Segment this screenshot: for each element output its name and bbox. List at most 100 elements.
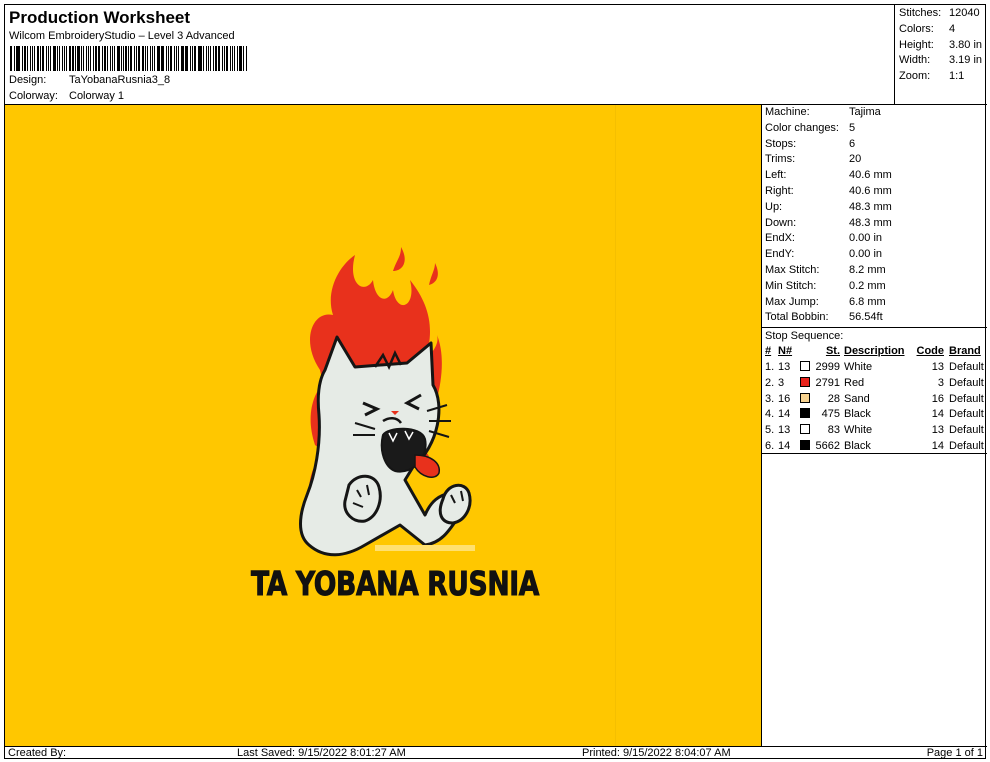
barcode-bar [162, 46, 165, 71]
barcode-bar [167, 46, 169, 71]
info-row: Right: 40.6 mm [762, 184, 987, 200]
stat-label: Width: [899, 54, 931, 67]
barcode-bar [215, 46, 217, 71]
barcode-bar [202, 46, 204, 71]
colorway-label: Colorway: [9, 90, 58, 102]
barcode-bar [217, 46, 221, 71]
table-row: 6. 14 5662 Black 14 Default [763, 438, 988, 454]
barcode-bar [13, 46, 15, 71]
info-label: EndX: [765, 232, 795, 245]
barcode-bar [160, 46, 162, 71]
info-label: EndY: [765, 248, 795, 261]
barcode-bar [34, 46, 35, 71]
barcode-bar [71, 46, 74, 71]
last-saved: Last Saved: 9/15/2022 8:01:27 AM [237, 747, 406, 759]
table-row: 1. 13 2999 White 13 Default [763, 359, 988, 375]
page-title: Production Worksheet [9, 8, 191, 27]
info-label: Max Stitch: [765, 263, 820, 276]
barcode-bar [30, 46, 32, 71]
cell-code: 13 [931, 424, 944, 437]
barcode-bar [166, 46, 167, 71]
barcode-bar [197, 46, 199, 71]
color-swatch [800, 361, 810, 372]
cell-description: White [844, 361, 873, 374]
cell-n: 14 [778, 440, 791, 453]
cell-brand: Default [949, 392, 984, 405]
barcode-bar [88, 46, 90, 71]
barcode-bar [237, 46, 239, 71]
stat-label: Stitches: [899, 7, 942, 19]
barcode-bar [130, 46, 132, 71]
barcode-bar [180, 46, 184, 71]
barcode-bar [133, 46, 135, 71]
col-description: Description [844, 345, 905, 358]
barcode-bar [245, 46, 248, 71]
stat-value: 3.80 in [949, 38, 983, 51]
cell-description: Sand [844, 392, 870, 405]
colorway-row: Colorway: Colorway 1 [9, 90, 124, 102]
col-n: N# [778, 345, 793, 358]
worksheet-frame: Production Worksheet Wilcom EmbroiderySt… [4, 4, 988, 759]
barcode-bar [125, 46, 128, 71]
cell-num: 2. [765, 376, 775, 389]
barcode-bar [205, 46, 207, 71]
barcode-bar [111, 46, 114, 71]
barcode-bar [49, 46, 52, 71]
cell-brand: Default [949, 361, 984, 374]
app-name: Wilcom EmbroideryStudio – Level 3 Advanc… [9, 30, 235, 42]
barcode-bar [23, 46, 26, 71]
info-row: Color changes: 5 [762, 121, 987, 137]
info-value: 5 [849, 121, 856, 134]
barcode-bar [152, 46, 154, 71]
color-swatch [800, 392, 810, 403]
barcode-bar [142, 46, 144, 71]
barcode-bar [74, 46, 76, 71]
barcode-bar [81, 46, 82, 71]
cell-code: 16 [931, 392, 944, 405]
info-label: Down: [765, 216, 797, 229]
cell-brand: Default [949, 424, 984, 437]
barcode-bar [239, 46, 242, 71]
barcode-bar [36, 46, 40, 71]
info-row: Down: 48.3 mm [762, 216, 987, 232]
embroidery-design: TA YOBANA RUSNIA [251, 247, 541, 604]
info-label: Min Stitch: [765, 279, 817, 292]
info-label: Right: [765, 184, 794, 197]
barcode-bar [15, 46, 17, 71]
info-label: Machine: [765, 106, 810, 118]
stat-colors: Colors: 4 [895, 22, 987, 38]
cell-num: 3. [765, 392, 775, 405]
barcode-bar [22, 46, 23, 71]
cell-brand: Default [949, 440, 984, 453]
barcode-bar [184, 46, 186, 71]
table-row: 2. 3 2791 Red 3 Default [763, 375, 988, 391]
barcode-bar [106, 46, 108, 71]
cell-code: 14 [931, 408, 944, 421]
barcode-bar [156, 46, 160, 71]
stat-label: Colors: [899, 22, 934, 35]
info-row: Machine: Tajima [762, 105, 987, 121]
col-brand: Brand [949, 345, 981, 358]
canvas-seam [615, 105, 616, 746]
barcode-bar [109, 46, 111, 71]
barcode-bar [234, 46, 236, 71]
cell-n: 13 [778, 424, 791, 437]
stat-value: 12040 [949, 7, 980, 19]
info-row: Max Jump: 6.8 mm [762, 295, 987, 311]
cat-figure [299, 335, 472, 557]
barcode-bar [224, 46, 226, 71]
cell-n: 13 [778, 361, 791, 374]
barcode-bar [199, 46, 202, 71]
info-value: 0.2 mm [849, 279, 886, 292]
info-label: Left: [765, 169, 787, 182]
barcode-bar [169, 46, 172, 71]
barcode-bar [207, 46, 210, 71]
barcode-bar [66, 46, 68, 71]
barcode-bar [242, 46, 244, 71]
barcode-bar [135, 46, 137, 71]
color-swatch [800, 440, 810, 451]
cell-num: 5. [765, 424, 775, 437]
machine-info-list: Machine: Tajima Color changes: 5 Stops: 6 Trim… [762, 105, 987, 326]
cell-st: 2999 [815, 361, 840, 374]
info-label: Max Jump: [765, 295, 819, 308]
